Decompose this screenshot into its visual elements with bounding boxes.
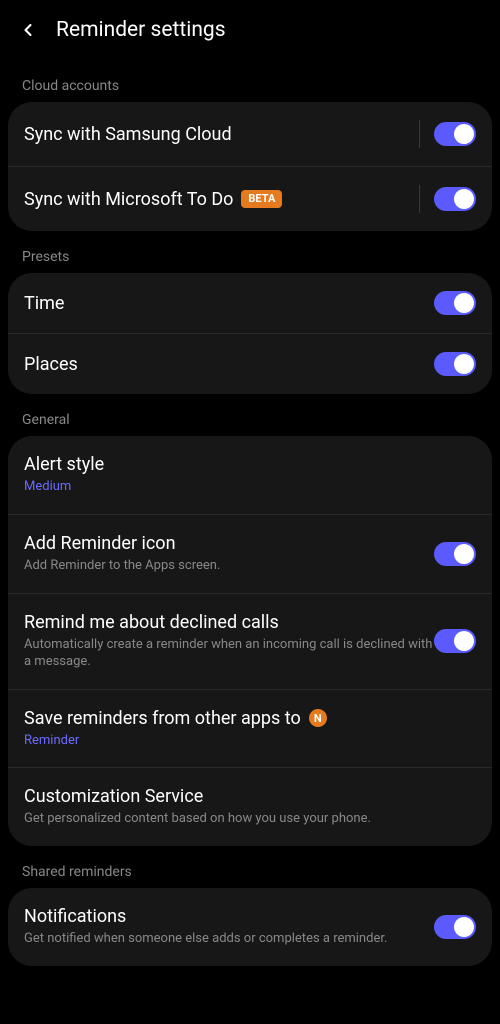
toggle-declined[interactable] — [434, 629, 476, 653]
section-header-shared: Shared reminders — [0, 846, 500, 888]
card-general: Alert style Medium Add Reminder icon Add… — [8, 436, 492, 846]
row-title: Sync with Microsoft To Do BETA — [24, 189, 405, 210]
toggle-sync-samsung[interactable] — [434, 122, 476, 146]
row-notifications[interactable]: Notifications Get notified when someone … — [8, 888, 492, 966]
card-cloud: Sync with Samsung Cloud Sync with Micros… — [8, 102, 492, 231]
row-title: Remind me about declined calls — [24, 612, 434, 633]
row-save-other-apps[interactable]: Save reminders from other apps to N Remi… — [8, 689, 492, 768]
row-title: Save reminders from other apps to N — [24, 708, 476, 729]
toggle-time[interactable] — [434, 291, 476, 315]
beta-badge: BETA — [241, 190, 282, 207]
row-value: Reminder — [24, 733, 476, 750]
row-sync-samsung[interactable]: Sync with Samsung Cloud — [8, 102, 492, 166]
toggle-sync-ms[interactable] — [434, 187, 476, 211]
row-title: Customization Service — [24, 786, 476, 807]
row-places[interactable]: Places — [8, 333, 492, 394]
card-shared: Notifications Get notified when someone … — [8, 888, 492, 966]
toggle-notifications[interactable] — [434, 915, 476, 939]
row-title-text: Sync with Microsoft To Do — [24, 189, 233, 210]
row-time[interactable]: Time — [8, 273, 492, 333]
page-title: Reminder settings — [56, 18, 226, 42]
section-header-presets: Presets — [0, 231, 500, 273]
row-sub: Get notified when someone else adds or c… — [24, 931, 434, 948]
row-value: Medium — [24, 479, 476, 496]
back-icon[interactable] — [16, 18, 40, 42]
divider — [419, 120, 420, 148]
row-alert-style[interactable]: Alert style Medium — [8, 436, 492, 514]
toggle-places[interactable] — [434, 352, 476, 376]
row-sub: Automatically create a reminder when an … — [24, 637, 434, 671]
toggle-add-icon[interactable] — [434, 542, 476, 566]
row-title: Places — [24, 354, 434, 375]
row-title: Notifications — [24, 906, 434, 927]
row-title: Add Reminder icon — [24, 533, 434, 554]
row-title: Time — [24, 293, 434, 314]
card-presets: Time Places — [8, 273, 492, 394]
row-title: Alert style — [24, 454, 476, 475]
section-header-cloud: Cloud accounts — [0, 60, 500, 102]
row-add-icon[interactable]: Add Reminder icon Add Reminder to the Ap… — [8, 514, 492, 593]
row-sub: Add Reminder to the Apps screen. — [24, 558, 434, 575]
section-header-general: General — [0, 394, 500, 436]
divider — [419, 185, 420, 213]
row-title: Sync with Samsung Cloud — [24, 124, 405, 145]
row-customization[interactable]: Customization Service Get personalized c… — [8, 767, 492, 846]
header: Reminder settings — [0, 0, 500, 60]
row-title-text: Save reminders from other apps to — [24, 708, 301, 729]
row-declined-calls[interactable]: Remind me about declined calls Automatic… — [8, 593, 492, 689]
row-sync-ms[interactable]: Sync with Microsoft To Do BETA — [8, 166, 492, 231]
row-sub: Get personalized content based on how yo… — [24, 811, 476, 828]
n-badge: N — [309, 709, 327, 727]
